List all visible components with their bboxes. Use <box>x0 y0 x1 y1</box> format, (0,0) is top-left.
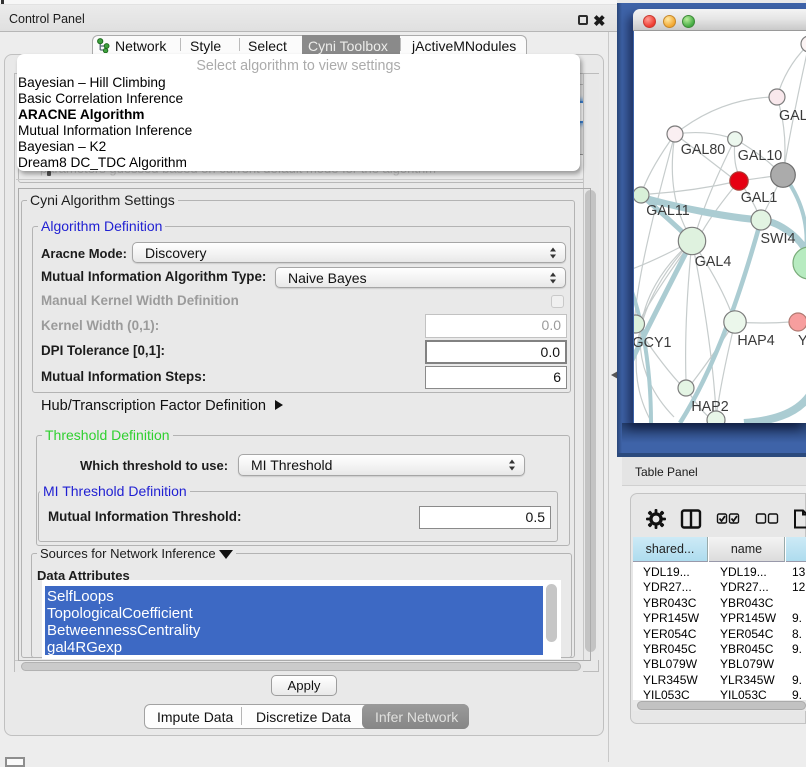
svg-text:HAP4: HAP4 <box>737 333 774 349</box>
svg-text:YM: YM <box>798 333 806 349</box>
svg-text:GAL10: GAL10 <box>738 148 783 164</box>
svg-text:GAL4: GAL4 <box>695 254 732 270</box>
svg-text:SWI4: SWI4 <box>761 231 796 247</box>
svg-text:GAL7: GAL7 <box>779 108 806 124</box>
svg-text:GAL80: GAL80 <box>681 142 726 158</box>
svg-text:GAL11: GAL11 <box>646 203 689 219</box>
svg-text:GCY1: GCY1 <box>634 335 672 351</box>
svg-text:HAP2: HAP2 <box>691 399 728 415</box>
svg-text:GAL1: GAL1 <box>741 190 778 206</box>
